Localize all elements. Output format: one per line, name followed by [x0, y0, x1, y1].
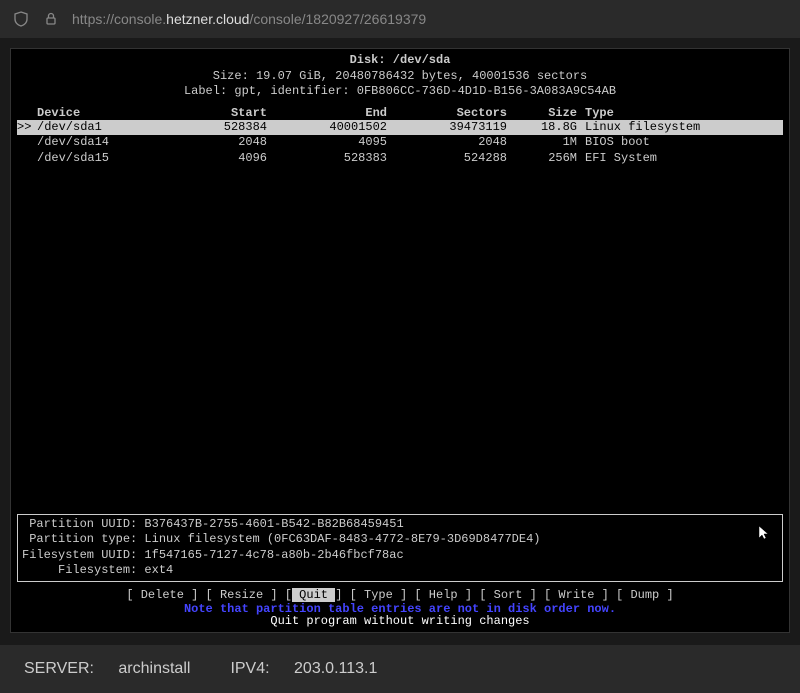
col-header-end: End [267, 106, 387, 120]
row-selection-marker: >> [17, 120, 31, 136]
cell-type: Linux filesystem [577, 120, 757, 136]
filesystem-uuid-line: Filesystem UUID: 1f547165-7127-4c78-a80b… [22, 548, 778, 564]
url-prefix: https://console. [72, 11, 166, 27]
cell-device: /dev/sda1 [37, 120, 157, 136]
menu-dump-button[interactable]: [ Dump ] [616, 588, 674, 602]
table-row[interactable]: /dev/sda154096528383524288256MEFI System [17, 151, 783, 167]
partition-uuid-line: Partition UUID: B376437B-2755-4601-B542-… [22, 517, 778, 533]
disk-size: Size: 19.07 GiB, 20480786432 bytes, 4000… [17, 69, 783, 85]
shield-icon[interactable] [12, 10, 30, 28]
ipv4-info: IPV4: 203.0.113.1 [230, 660, 377, 678]
cell-start: 4096 [157, 151, 267, 167]
disk-header: Disk: /dev/sda Size: 19.07 GiB, 20480786… [17, 53, 783, 100]
server-value: archinstall [118, 660, 190, 677]
cell-size: 256M [507, 151, 577, 167]
server-label: SERVER: [24, 660, 94, 677]
cell-end: 4095 [267, 135, 387, 151]
cell-sectors: 39473119 [387, 120, 507, 136]
menu-sort-button[interactable]: [ Sort ] [479, 588, 537, 602]
menu-resize-button[interactable]: [ Resize ] [206, 588, 278, 602]
lock-icon [42, 10, 60, 28]
disk-title: Disk: /dev/sda [17, 53, 783, 69]
table-row[interactable]: /dev/sda142048409520481MBIOS boot [17, 135, 783, 151]
action-menu: [ Delete ] [ Resize ] [ Quit ] [ Type ] … [11, 588, 789, 602]
cell-size: 18.8G [507, 120, 577, 136]
cell-device: /dev/sda15 [37, 151, 157, 167]
status-bar: SERVER: archinstall IPV4: 203.0.113.1 [0, 645, 800, 693]
cell-type: EFI System [577, 151, 757, 167]
col-header-device: Device [37, 106, 157, 120]
menu-delete-button[interactable]: [ Delete ] [126, 588, 198, 602]
cell-device: /dev/sda14 [37, 135, 157, 151]
col-header-sectors: Sectors [387, 106, 507, 120]
menu-type-button[interactable]: [ Type ] [350, 588, 408, 602]
ipv4-value: 203.0.113.1 [294, 660, 377, 677]
cell-sectors: 2048 [387, 135, 507, 151]
menu-write-button[interactable]: [ Write ] [544, 588, 609, 602]
ipv4-label: IPV4: [230, 660, 269, 677]
menu-help-button[interactable]: [ Help ] [414, 588, 472, 602]
cell-start: 2048 [157, 135, 267, 151]
hint-message: Quit program without writing changes [11, 614, 789, 628]
partition-details-box: Partition UUID: B376437B-2755-4601-B542-… [17, 514, 783, 582]
cell-start: 528384 [157, 120, 267, 136]
url-path: /console/1820927/26619379 [249, 11, 426, 27]
partition-table-body: /dev/sda1528384400015023947311918.8GLinu… [17, 120, 783, 167]
cell-sectors: 524288 [387, 151, 507, 167]
table-row[interactable]: /dev/sda1528384400015023947311918.8GLinu… [17, 120, 783, 136]
menu-quit-button[interactable]: [ Quit ] [285, 588, 343, 602]
server-info: SERVER: archinstall [24, 660, 190, 678]
url-domain: hetzner.cloud [166, 11, 249, 27]
browser-address-bar: https://console.hetzner.cloud/console/18… [0, 0, 800, 38]
partition-type-line: Partition type: Linux filesystem (0FC63D… [22, 532, 778, 548]
filesystem-line: Filesystem: ext4 [22, 563, 778, 579]
cell-type: BIOS boot [577, 135, 757, 151]
cell-end: 528383 [267, 151, 387, 167]
terminal-console[interactable]: Disk: /dev/sda Size: 19.07 GiB, 20480786… [10, 48, 790, 633]
mouse-cursor-icon [755, 524, 773, 542]
col-header-start: Start [157, 106, 267, 120]
url-text[interactable]: https://console.hetzner.cloud/console/18… [72, 11, 788, 27]
col-header-type: Type [577, 106, 757, 120]
col-header-size: Size [507, 106, 577, 120]
partition-table-header: Device Start End Sectors Size Type [17, 106, 783, 120]
cell-end: 40001502 [267, 120, 387, 136]
cell-size: 1M [507, 135, 577, 151]
disk-label: Label: gpt, identifier: 0FB806CC-736D-4D… [17, 84, 783, 100]
